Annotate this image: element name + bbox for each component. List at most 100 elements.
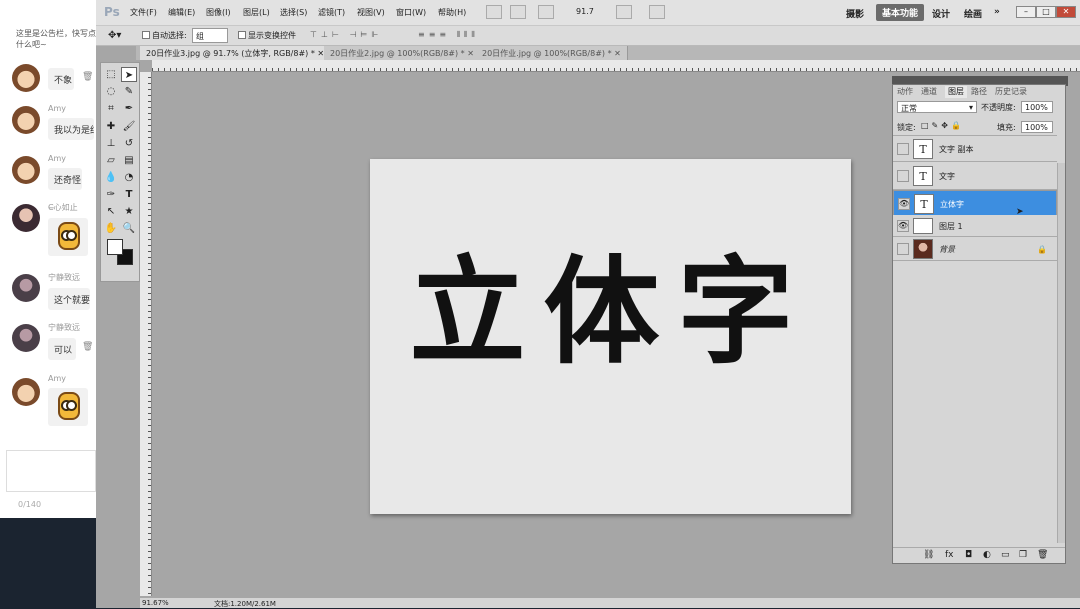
move-tool-icon[interactable]: ✥▾ [108, 30, 121, 41]
menu-help[interactable]: 帮助(H) [438, 7, 466, 18]
healing-brush-icon[interactable]: ✚ [103, 119, 119, 134]
gradient-tool-icon[interactable]: ▤ [121, 153, 137, 168]
mask-icon[interactable]: ◘ [965, 550, 972, 560]
document-canvas[interactable]: 立体字 [370, 159, 851, 514]
blend-mode-dropdown[interactable]: 正常 ▾ [897, 101, 977, 113]
dark-avatar[interactable] [12, 274, 40, 302]
layer-name: 文字 副本 [939, 145, 974, 154]
new-layer-icon[interactable]: ❐ [1019, 550, 1027, 560]
delete-layer-icon[interactable]: 🗑 [1037, 550, 1048, 560]
dodge-tool-icon[interactable]: ◔ [121, 170, 137, 185]
panel-scrollbar[interactable] [1057, 163, 1065, 543]
crop-tool-icon[interactable]: ⌗ [103, 101, 119, 116]
workspace-photography[interactable]: 摄影 [846, 7, 864, 20]
bridge-icon[interactable] [486, 5, 502, 19]
monkey-avatar[interactable] [12, 64, 40, 92]
menu-select[interactable]: 选择(S) [280, 7, 307, 18]
pen-tool-icon[interactable]: ✑ [103, 187, 119, 202]
delete-icon[interactable]: 🗑 [82, 72, 93, 82]
layer-name: 立体字 [940, 200, 964, 209]
quick-select-icon[interactable]: ✎ [121, 84, 137, 99]
brush-tool-icon[interactable]: 🖌 [121, 119, 137, 134]
fx-icon[interactable]: fx [945, 550, 954, 560]
layer-row-selected[interactable]: 👁 T 立体字 ➤ [893, 190, 1057, 217]
distribute-icons[interactable]: ≡≡≡ ⫴⫴⫴ [418, 30, 479, 40]
tab-document-3[interactable]: 20日作业.jpg @ 100%(RGB/8#) * ✕ [476, 46, 628, 60]
menu-image[interactable]: 图像(I) [206, 7, 231, 18]
tab-history[interactable]: 历史记录 [995, 86, 1027, 98]
tab-document-2[interactable]: 20日作业2.jpg @ 100%(RGB/8#) * ✕ [324, 46, 481, 60]
hand-tool-icon[interactable]: ✋ [103, 221, 119, 236]
link-layers-icon[interactable]: ⛓ [923, 550, 934, 560]
workspace-essentials[interactable]: 基本功能 [876, 4, 925, 21]
foreground-color-swatch[interactable] [107, 239, 123, 255]
auto-select-dropdown[interactable]: 组 [192, 28, 228, 43]
owl-icon [58, 392, 80, 420]
blur-tool-icon[interactable]: 💧 [103, 170, 119, 185]
dark-avatar[interactable] [12, 324, 40, 352]
sender-name: C̶̶心如止 [48, 203, 78, 212]
history-brush-icon[interactable]: ↺ [121, 136, 137, 151]
monkey-avatar[interactable] [12, 378, 40, 406]
status-zoom[interactable]: 91.67% [142, 599, 169, 607]
eye-icon[interactable]: 👁 [897, 220, 909, 232]
move-tool-icon[interactable]: ➤ [121, 67, 137, 82]
visibility-toggle[interactable] [897, 143, 909, 155]
more-workspaces-icon[interactable]: » [994, 7, 1000, 17]
arrange-icon[interactable] [616, 5, 632, 19]
tab-paths[interactable]: 路径 [971, 86, 987, 98]
workspace-painting[interactable]: 绘画 [964, 7, 982, 20]
minibridge-icon[interactable] [510, 5, 526, 19]
visibility-toggle[interactable] [897, 243, 909, 255]
menu-layer[interactable]: 图层(L) [243, 7, 270, 18]
eye-icon[interactable]: 👁 [898, 198, 910, 210]
monkey-avatar[interactable] [12, 106, 40, 134]
ps-logo: Ps [104, 5, 120, 19]
group-icon[interactable]: ▭ [1001, 550, 1010, 560]
zoom-level[interactable]: 91.7 [576, 7, 594, 16]
clone-stamp-icon[interactable]: ⊥ [103, 136, 119, 151]
path-select-icon[interactable]: ↖ [103, 204, 119, 219]
menu-filter[interactable]: 滤镜(T) [318, 7, 345, 18]
workspace-design[interactable]: 设计 [932, 7, 950, 20]
tab-layers[interactable]: 图层 [945, 86, 967, 98]
chat-input[interactable] [6, 450, 96, 492]
chat-bubble: 可以 [48, 338, 76, 360]
layer-row[interactable]: T 文字 副本 [893, 135, 1057, 162]
opacity-input[interactable]: 100% [1021, 101, 1053, 113]
menu-edit[interactable]: 编辑(E) [168, 7, 195, 18]
girl-avatar[interactable] [12, 204, 40, 232]
menu-window[interactable]: 窗口(W) [396, 7, 426, 18]
lasso-tool-icon[interactable]: ◌ [103, 84, 119, 99]
extras-icon[interactable] [538, 5, 554, 19]
zoom-tool-icon[interactable]: 🔍 [121, 221, 137, 236]
menu-file[interactable]: 文件(F) [130, 7, 157, 18]
fill-input[interactable]: 100% [1021, 121, 1053, 133]
shape-tool-icon[interactable]: ★ [121, 204, 137, 219]
tab-actions[interactable]: 动作 [897, 86, 913, 98]
eyedropper-icon[interactable]: ✒ [121, 101, 137, 116]
tab-document-1[interactable]: 20日作业3.jpg @ 91.7% (立体字, RGB/8#) * ✕ [140, 46, 332, 60]
sender-name: 宁静致远 [48, 323, 80, 332]
layer-row[interactable]: T 文字 [893, 163, 1057, 190]
maximize-icon[interactable]: □ [1036, 6, 1056, 18]
align-icons[interactable]: ⊤⊥⊢ ⊣⊨⊩ [310, 30, 382, 39]
chat-panel: 这里是公告栏，快写点什么吧~ 不象 🗑 Amy 我以为是红 Amy 还奇怪 C̶… [0, 0, 96, 518]
screen-mode-icon[interactable] [649, 5, 665, 19]
tab-channels[interactable]: 通道 [921, 86, 937, 98]
visibility-toggle[interactable] [897, 170, 909, 182]
layer-row[interactable]: 👁 图层 1 [893, 215, 1057, 237]
monkey-avatar[interactable] [12, 156, 40, 184]
show-transform-checkbox[interactable]: 显示变换控件 [238, 30, 296, 41]
delete-icon[interactable]: 🗑 [82, 342, 93, 352]
layer-row[interactable]: 背景 🔒 [893, 237, 1057, 261]
minimize-icon[interactable]: – [1016, 6, 1036, 18]
type-tool-icon[interactable]: T [121, 187, 137, 202]
menu-view[interactable]: 视图(V) [357, 7, 385, 18]
adjustment-icon[interactable]: ◐ [983, 550, 991, 560]
eraser-tool-icon[interactable]: ▱ [103, 153, 119, 168]
marquee-tool-icon[interactable]: ⬚ [103, 67, 119, 82]
close-icon[interactable]: ✕ [1056, 6, 1076, 18]
lock-icons[interactable]: □✎✥🔒 [921, 121, 964, 130]
auto-select-checkbox[interactable]: 自动选择: [142, 30, 187, 41]
